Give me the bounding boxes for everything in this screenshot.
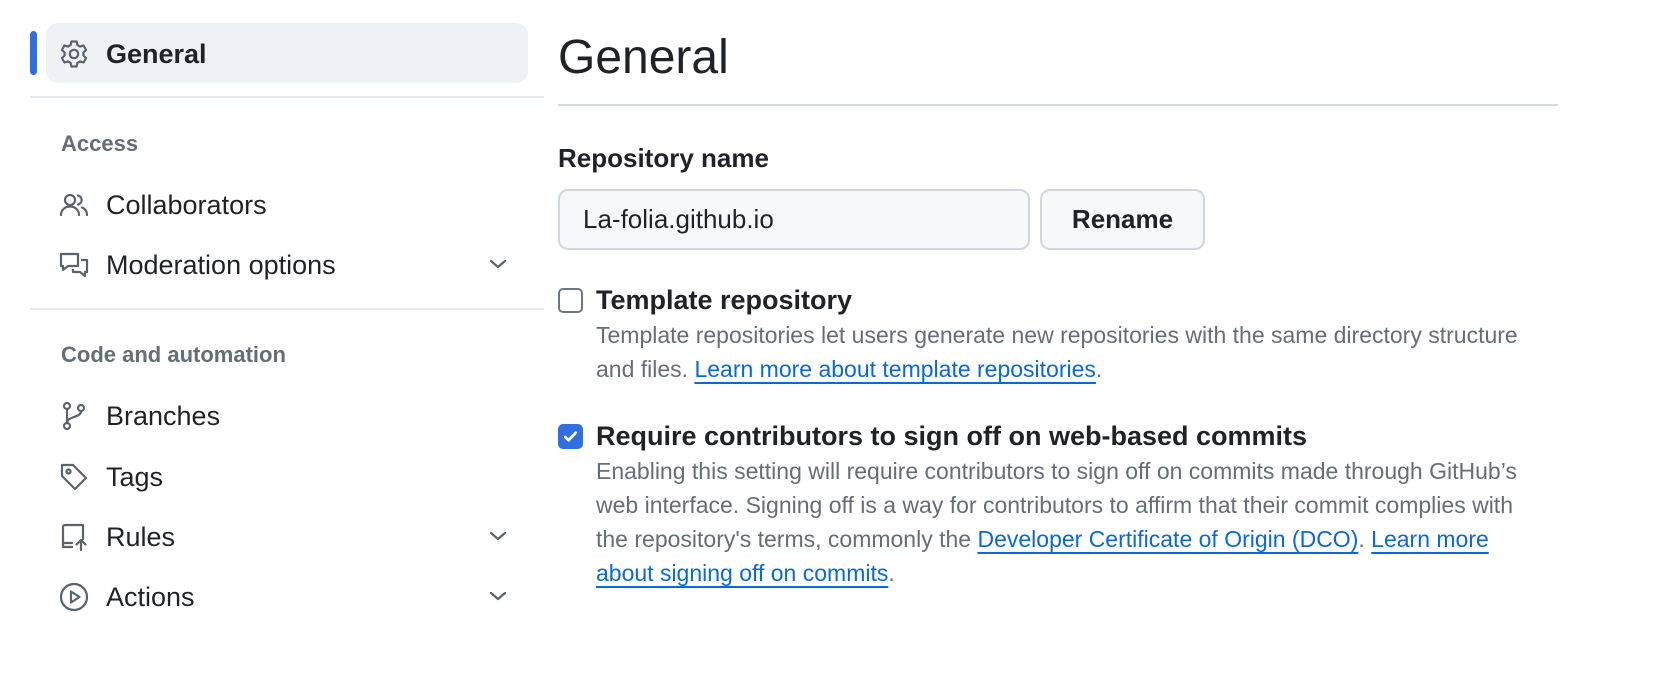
play-icon: [58, 581, 90, 613]
description-punctuation: .: [1358, 526, 1365, 552]
sidebar-divider: [30, 308, 544, 310]
chevron-down-icon[interactable]: [486, 252, 510, 276]
active-indicator: [30, 31, 37, 75]
description-punctuation: .: [1095, 356, 1103, 382]
sidebar-item-label: Collaborators: [106, 190, 267, 220]
description-punctuation: .: [888, 560, 895, 586]
template-repository-checkbox[interactable]: [558, 288, 583, 313]
sidebar-item-actions[interactable]: Actions: [46, 566, 528, 626]
repo-push-icon: [58, 521, 90, 553]
sidebar-item-label: Actions: [106, 582, 195, 612]
sidebar-item-label: Tags: [106, 462, 164, 492]
option-description: Template repositories let users generate…: [596, 318, 1536, 386]
section-heading-access: Access: [61, 131, 139, 156]
sidebar-divider: [30, 96, 544, 98]
repository-name-input[interactable]: [558, 189, 1030, 250]
people-icon: [58, 189, 90, 221]
sidebar-item-general[interactable]: General: [30, 23, 528, 83]
tag-icon: [58, 461, 90, 493]
signoff-checkbox[interactable]: [558, 424, 583, 449]
settings-main: General Repository name Rename Template …: [558, 0, 1558, 680]
title-divider: [558, 104, 1558, 106]
comment-discussion-icon: [58, 249, 90, 281]
sidebar-item-branches[interactable]: Branches: [46, 385, 528, 445]
checkmark-icon: [563, 431, 578, 442]
sidebar-item-label: Moderation options: [106, 250, 336, 280]
option-description: Enabling this setting will require contr…: [596, 454, 1536, 590]
sidebar-item-collaborators[interactable]: Collaborators: [46, 174, 528, 234]
chevron-down-icon[interactable]: [486, 584, 510, 608]
sidebar-item-label: Branches: [106, 401, 221, 431]
page-title: General: [558, 31, 729, 84]
chevron-down-icon[interactable]: [486, 524, 510, 548]
dco-link[interactable]: Developer Certificate of Origin (DCO): [977, 526, 1358, 552]
template-repositories-link[interactable]: Learn more about template repositories: [694, 356, 1095, 382]
git-branch-icon: [58, 400, 90, 432]
option-title: Template repository: [596, 285, 853, 315]
rename-button[interactable]: Rename: [1040, 189, 1205, 250]
sidebar-item-tags[interactable]: Tags: [46, 446, 528, 506]
sidebar-item-rules[interactable]: Rules: [46, 506, 528, 566]
gear-icon: [58, 38, 90, 70]
sidebar-item-label: General: [106, 39, 207, 69]
sidebar-item-label: Rules: [106, 522, 176, 552]
settings-sidebar: General Access Collaborators Moderation …: [30, 0, 544, 680]
option-title: Require contributors to sign off on web-…: [596, 421, 1308, 451]
section-heading-code-and-automation: Code and automation: [61, 342, 286, 367]
repository-name-label: Repository name: [558, 143, 769, 173]
sidebar-item-moderation-options[interactable]: Moderation options: [46, 234, 528, 294]
